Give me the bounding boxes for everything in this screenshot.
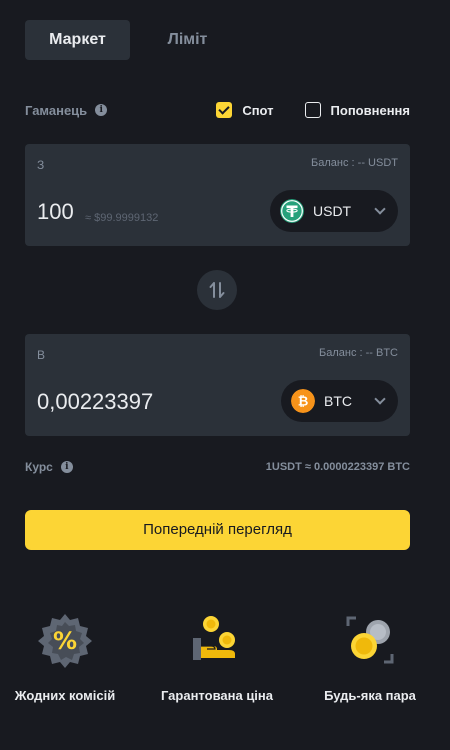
- from-card: З Баланс : -- USDT 100 ≈ $99.9999132 USD…: [25, 144, 410, 246]
- bitcoin-icon: ₿: [291, 389, 315, 413]
- from-balance: Баланс : -- USDT: [311, 157, 398, 169]
- feature-any-pair: Будь-яка пара: [305, 612, 435, 706]
- spot-checkbox-label[interactable]: Спот: [242, 103, 273, 118]
- from-coin-select[interactable]: USDT: [270, 190, 398, 232]
- feature-guaranteed-price-label: Гарантована ціна: [160, 688, 274, 703]
- wallet-options: Спот Поповнення: [216, 102, 410, 118]
- from-usd-value: ≈ $99.9999132: [85, 212, 159, 224]
- from-coin-name: USDT: [313, 203, 352, 219]
- rate-row: Курс i 1USDT ≈ 0.0000223397 BTC: [25, 460, 410, 474]
- feature-no-fees: % Жодних комісій: [0, 612, 130, 706]
- rate-info-icon[interactable]: i: [60, 461, 73, 473]
- wallet-info-icon[interactable]: i: [95, 104, 108, 116]
- to-label: В: [37, 348, 46, 362]
- spot-checkbox[interactable]: [216, 102, 233, 118]
- svg-text:₿: ₿: [298, 395, 309, 410]
- from-amount-input[interactable]: 100: [37, 199, 74, 225]
- rate-label: Курс: [25, 460, 53, 474]
- tab-market[interactable]: Маркет: [25, 20, 130, 60]
- from-label: З: [37, 158, 45, 172]
- tether-icon: [280, 199, 304, 223]
- chevron-down-icon: [374, 203, 386, 215]
- rate-value: 1USDT ≈ 0.0000223397 BTC: [265, 461, 410, 473]
- svg-text:%: %: [53, 627, 77, 655]
- to-balance: Баланс : -- BTC: [319, 347, 398, 359]
- guaranteed-price-icon: [193, 616, 235, 660]
- tab-limit[interactable]: Ліміт: [135, 20, 240, 60]
- zero-fee-badge-icon: %: [38, 614, 92, 668]
- to-amount-input[interactable]: 0,00223397: [37, 389, 153, 415]
- wallet-row: Гаманець i Спот Поповнення: [25, 100, 410, 120]
- swap-button[interactable]: [197, 270, 237, 310]
- feature-guaranteed-price: Гарантована ціна: [152, 612, 282, 706]
- preview-button[interactable]: Попередній перегляд: [25, 510, 410, 550]
- funding-checkbox-label[interactable]: Поповнення: [331, 103, 410, 118]
- to-coin-select[interactable]: ₿ BTC: [281, 380, 398, 422]
- swap-arrows-icon: [209, 282, 225, 298]
- any-pair-icon: [346, 616, 394, 664]
- feature-any-pair-label: Будь-яка пара: [324, 688, 416, 703]
- chevron-down-icon: [374, 393, 386, 405]
- funding-checkbox[interactable]: [304, 102, 321, 118]
- feature-no-fees-label: Жодних комісій: [14, 688, 116, 703]
- order-type-tabs: Маркет Ліміт: [25, 20, 240, 60]
- to-card: В Баланс : -- BTC 0,00223397 ₿ BTC: [25, 334, 410, 436]
- to-coin-name: BTC: [324, 393, 352, 409]
- wallet-label: Гаманець: [25, 102, 88, 118]
